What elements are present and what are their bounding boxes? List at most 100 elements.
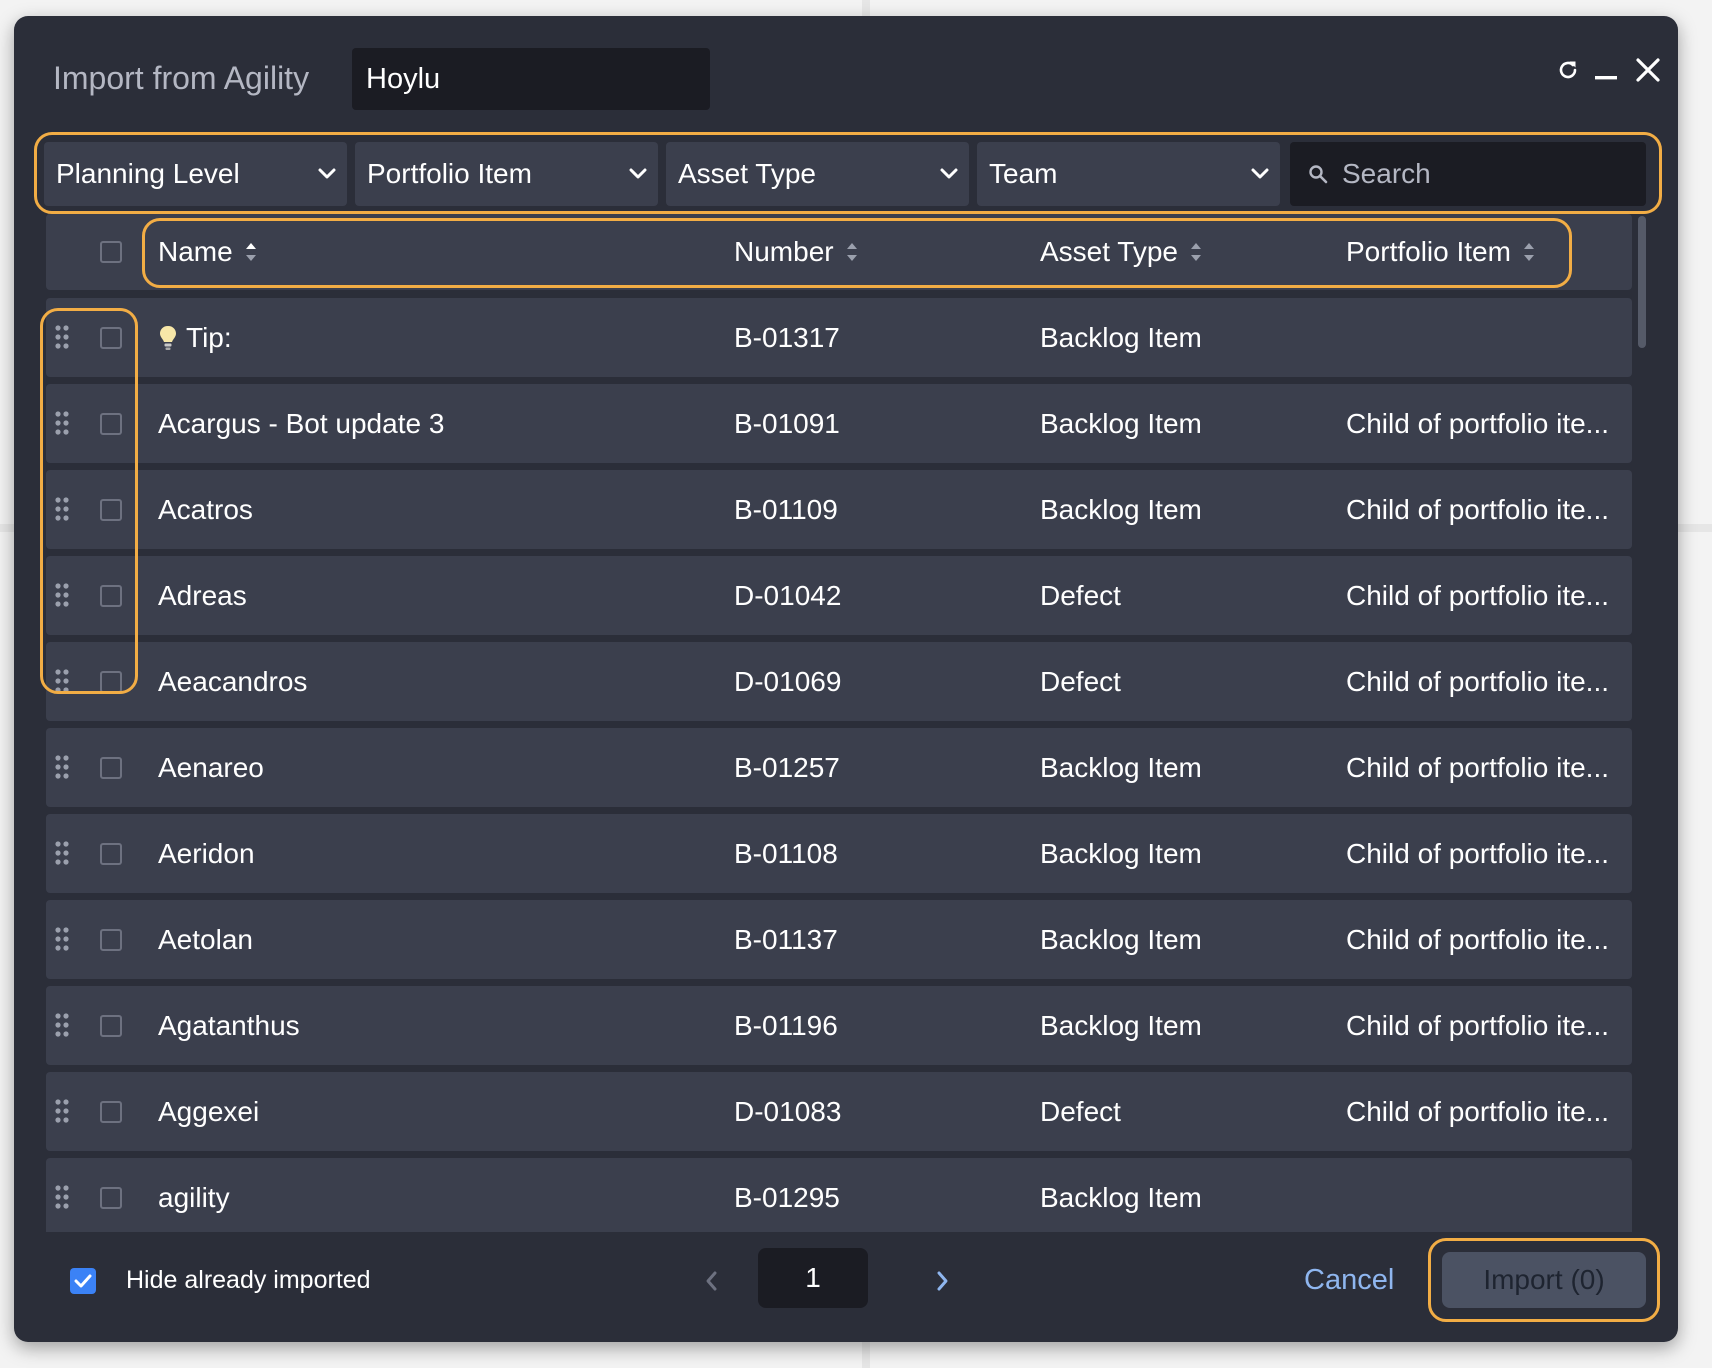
hide-imported-checkbox[interactable] — [70, 1268, 96, 1294]
row-asset-type: Backlog Item — [1040, 408, 1202, 439]
sort-icon — [846, 242, 858, 262]
column-header-asset-type[interactable]: Asset Type — [1040, 214, 1202, 290]
row-name: Aetolan — [158, 924, 253, 955]
asset-type-label: Asset Type — [678, 158, 817, 189]
previous-page-button[interactable] — [696, 1264, 726, 1298]
drag-handle-icon[interactable] — [54, 494, 70, 524]
team-dropdown[interactable]: Team — [977, 142, 1280, 206]
row-portfolio: Child of portfolio ite... — [1346, 924, 1610, 955]
row-checkbox[interactable] — [100, 499, 122, 521]
minimize-button[interactable] — [1588, 52, 1624, 88]
row-checkbox[interactable] — [100, 1187, 122, 1209]
asset-type-dropdown[interactable]: Asset Type — [666, 142, 969, 206]
row-number: D-01069 — [734, 666, 842, 697]
row-asset-type: Defect — [1040, 666, 1121, 697]
row-name: agility — [158, 1182, 230, 1213]
row-checkbox[interactable] — [100, 585, 122, 607]
table-row[interactable]: Aggexei D-01083 Defect Child of portfoli… — [46, 1072, 1632, 1151]
row-portfolio: Child of portfolio ite... — [1346, 580, 1610, 611]
planning-level-dropdown[interactable]: Planning Level — [44, 142, 347, 206]
refresh-icon — [1559, 61, 1577, 79]
table-row[interactable]: Aenareo B-01257 Backlog Item Child of po… — [46, 728, 1632, 807]
drag-handle-icon[interactable] — [54, 580, 70, 610]
chevron-down-icon — [318, 168, 336, 179]
row-asset-type: Backlog Item — [1040, 494, 1202, 525]
team-label: Team — [989, 158, 1058, 189]
next-page-button[interactable] — [928, 1264, 958, 1298]
checkmark-icon — [74, 1274, 92, 1288]
table-header: Name Number Asset Type Portfolio Item — [46, 214, 1632, 290]
row-checkbox[interactable] — [100, 1101, 122, 1123]
portfolio-item-dropdown[interactable]: Portfolio Item — [355, 142, 658, 206]
drag-handle-icon[interactable] — [54, 838, 70, 868]
row-number: B-01108 — [734, 838, 838, 869]
row-name: Aeridon — [158, 838, 255, 869]
table-row[interactable]: Acargus - Bot update 3 B-01091 Backlog I… — [46, 384, 1632, 463]
row-name-cell: Tip: — [158, 298, 232, 377]
row-checkbox[interactable] — [100, 929, 122, 951]
row-portfolio: Child of portfolio ite... — [1346, 752, 1610, 783]
row-asset-type: Backlog Item — [1040, 1010, 1202, 1041]
table-row[interactable]: Adreas D-01042 Defect Child of portfolio… — [46, 556, 1632, 635]
column-header-name[interactable]: Name — [158, 214, 257, 290]
row-checkbox[interactable] — [100, 671, 122, 693]
select-all-checkbox[interactable] — [100, 241, 122, 263]
search-input[interactable] — [1340, 157, 1624, 191]
chevron-right-icon — [937, 1271, 948, 1291]
column-header-number-label: Number — [734, 236, 834, 267]
row-name: Acargus - Bot update 3 — [158, 408, 445, 439]
refresh-button[interactable] — [1550, 52, 1586, 88]
row-asset-type: Backlog Item — [1040, 322, 1202, 353]
drag-handle-icon[interactable] — [54, 666, 70, 696]
row-number: B-01137 — [734, 924, 838, 955]
drag-handle-icon[interactable] — [54, 1182, 70, 1212]
sort-icon — [245, 242, 257, 262]
row-checkbox[interactable] — [100, 327, 122, 349]
sort-icon — [1190, 242, 1202, 262]
row-number: B-01257 — [734, 752, 840, 783]
row-name: Aeacandros — [158, 666, 308, 697]
row-checkbox[interactable] — [100, 843, 122, 865]
row-name: Aggexei — [158, 1096, 260, 1127]
table-scrollbar[interactable] — [1638, 216, 1646, 348]
chevron-down-icon — [1251, 168, 1269, 179]
table-row[interactable]: Aetolan B-01137 Backlog Item Child of po… — [46, 900, 1632, 979]
search-icon — [1309, 165, 1328, 184]
close-icon — [1636, 58, 1660, 82]
page-number[interactable]: 1 — [758, 1248, 868, 1308]
drag-handle-icon[interactable] — [54, 752, 70, 782]
row-portfolio: Child of portfolio ite... — [1346, 1010, 1610, 1041]
table-row[interactable]: Agatanthus B-01196 Backlog Item Child of… — [46, 986, 1632, 1065]
drag-handle-icon[interactable] — [54, 408, 70, 438]
row-portfolio: Child of portfolio ite... — [1346, 408, 1610, 439]
row-number: B-01091 — [734, 408, 840, 439]
row-name: Tip: — [186, 322, 232, 353]
row-checkbox[interactable] — [100, 757, 122, 779]
row-asset-type: Backlog Item — [1040, 838, 1202, 869]
drag-handle-icon[interactable] — [54, 1010, 70, 1040]
search-box[interactable] — [1290, 142, 1646, 206]
import-dialog: Import from Agility Hoylu Planning Level… — [14, 16, 1678, 1342]
table-row[interactable]: Tip: B-01317 Backlog Item — [46, 298, 1632, 377]
row-checkbox[interactable] — [100, 413, 122, 435]
drag-handle-icon[interactable] — [54, 924, 70, 954]
drag-handle-icon[interactable] — [54, 322, 70, 352]
row-checkbox[interactable] — [100, 1015, 122, 1037]
close-button[interactable] — [1630, 52, 1666, 88]
cancel-button[interactable]: Cancel — [1304, 1264, 1394, 1297]
table-row[interactable]: Aeacandros D-01069 Defect Child of portf… — [46, 642, 1632, 721]
row-portfolio: Child of portfolio ite... — [1346, 666, 1610, 697]
import-button[interactable]: Import (0) — [1442, 1252, 1646, 1308]
table-row[interactable]: agility B-01295 Backlog Item — [46, 1158, 1632, 1232]
row-name: Acatros — [158, 494, 253, 525]
row-number: B-01295 — [734, 1182, 840, 1213]
chevron-down-icon — [629, 168, 647, 179]
table-row[interactable]: Acatros B-01109 Backlog Item Child of po… — [46, 470, 1632, 549]
column-header-number[interactable]: Number — [734, 214, 858, 290]
column-header-portfolio-item[interactable]: Portfolio Item — [1346, 214, 1535, 290]
portfolio-item-label: Portfolio Item — [367, 158, 532, 189]
row-number: B-01196 — [734, 1010, 838, 1041]
board-name-field[interactable]: Hoylu — [352, 48, 710, 110]
table-row[interactable]: Aeridon B-01108 Backlog Item Child of po… — [46, 814, 1632, 893]
drag-handle-icon[interactable] — [54, 1096, 70, 1126]
